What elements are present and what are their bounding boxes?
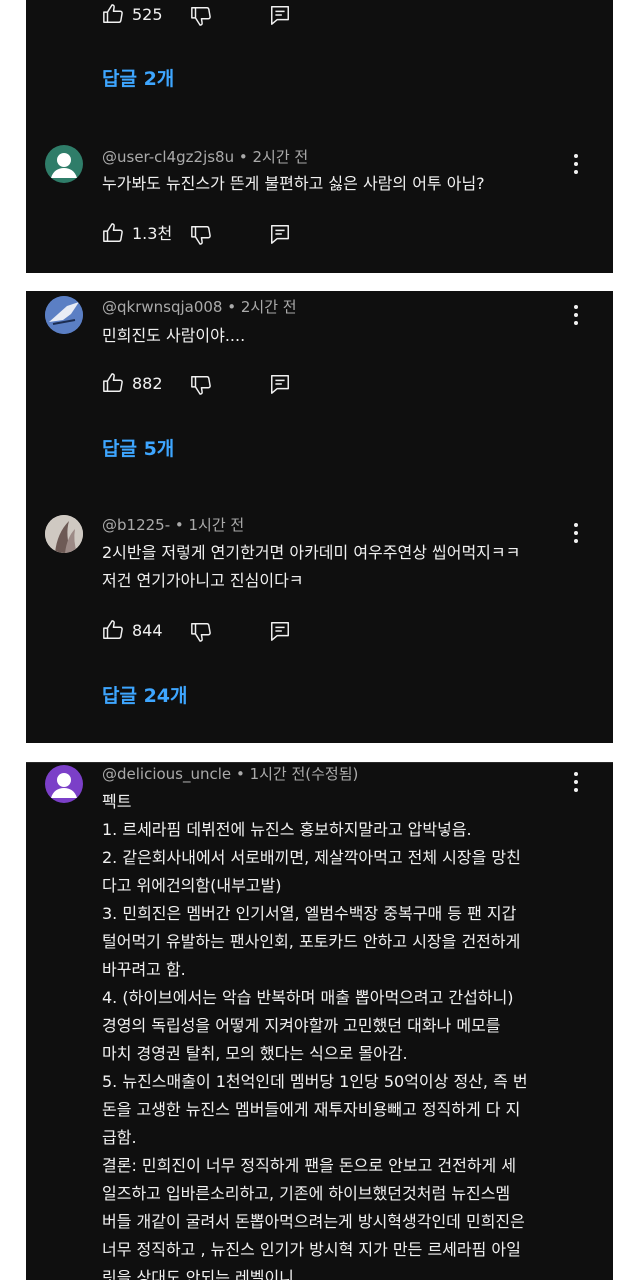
dislike-icon[interactable] (190, 374, 212, 396)
avatar[interactable] (45, 515, 83, 553)
like-count: 844 (132, 621, 163, 640)
comment-text-line: 버들 개같이 굴려서 돈뽑아먹으려는게 방시혁생각인데 민희진은 (102, 1212, 525, 1231)
comment-text-line: 5. 뉴진스매출이 1천억인데 멤버당 1인당 50억이상 정산, 즉 번 (102, 1072, 528, 1091)
divider (26, 762, 613, 763)
comment-text-line: 털어먹기 유발하는 팬사인회, 포토카드 안하고 시장을 건전하게 (102, 932, 521, 951)
reply-icon[interactable] (269, 4, 291, 26)
comment-text-line: 마치 경영권 탈취, 모의 했다는 식으로 몰아감. (102, 1044, 408, 1063)
comment-text-line: 다고 위에건의함(내부고발) (102, 876, 282, 895)
comment-author[interactable]: @qkrwnsqja008 (102, 298, 222, 316)
comment-meta: @delicious_uncle • 1시간 전(수정됨) (102, 764, 358, 784)
comment-meta: @user-cl4gz2js8u • 2시간 전 (102, 147, 308, 167)
comment-author[interactable]: @b1225- (102, 516, 170, 534)
more-options-icon[interactable] (566, 770, 586, 794)
comment-panel-3: @delicious_uncle • 1시간 전(수정됨) 펙트 1. 르세라핌… (26, 762, 613, 1280)
comment-text-line: 1. 르세라핌 데뷔전에 뉴진스 홍보하지말라고 압박넣음. (102, 820, 472, 839)
comment-meta: @qkrwnsqja008 • 2시간 전 (102, 297, 297, 317)
more-options-icon[interactable] (566, 303, 586, 327)
comment-panel-2: @qkrwnsqja008 • 2시간 전 민희진도 사람이야.... 882 … (26, 291, 613, 743)
view-replies-button[interactable]: 답글 2개 (102, 67, 174, 91)
comment-time: 1시간 전(수정됨) (249, 765, 359, 783)
default-avatar-icon (51, 773, 77, 798)
like-icon[interactable] (102, 222, 124, 244)
reply-icon[interactable] (269, 223, 291, 245)
reply-icon[interactable] (269, 373, 291, 395)
dot-separator: • (227, 298, 241, 316)
comment-text-line: 바꾸려고 함. (102, 960, 186, 979)
comment-panel-1: 525 답글 2개 @user-cl4gz2js8u • 2시간 전 누가봐도 … (26, 0, 613, 273)
reply-icon[interactable] (269, 620, 291, 642)
avatar[interactable] (45, 145, 83, 183)
comment-text-line: 4. (하이브에서는 악습 반복하며 매출 뽑아먹으려고 간섭하니) (102, 988, 514, 1007)
comment-text-line: 저건 연기가아니고 진심이다ㅋ (102, 571, 304, 590)
comment-text-line: 급함. (102, 1128, 137, 1147)
like-count: 525 (132, 5, 163, 24)
like-icon[interactable] (102, 372, 124, 394)
photo-avatar-icon (45, 515, 83, 553)
comment-author[interactable]: @delicious_uncle (102, 765, 231, 783)
bird-avatar-icon (45, 296, 83, 334)
dot-separator: • (235, 765, 250, 783)
default-avatar-icon (51, 153, 77, 178)
comment-text-line: 2시반을 저렇게 연기한거면 아카데미 여우주연상 씹어먹지ㅋㅋ (102, 543, 521, 562)
view-replies-button[interactable]: 답글 5개 (102, 437, 174, 461)
comment-text: 민희진도 사람이야.... (102, 326, 246, 345)
comment-text-line: 펙트 (102, 792, 132, 811)
comment-time: 1시간 전 (188, 516, 245, 534)
comment-time: 2시간 전 (240, 298, 297, 316)
dot-separator: • (238, 148, 253, 166)
comment-text: 누가봐도 뉴진스가 뜬게 불편하고 싫은 사람의 어투 아님? (102, 174, 485, 193)
like-icon[interactable] (102, 619, 124, 641)
comment-time: 2시간 전 (252, 148, 309, 166)
avatar[interactable] (45, 765, 83, 803)
comment-text-line: 돈을 고생한 뉴진스 멤버들에게 재투자비용빼고 정직하게 다 지 (102, 1100, 521, 1119)
comment-meta: @b1225- • 1시간 전 (102, 515, 244, 535)
comment-author[interactable]: @user-cl4gz2js8u (102, 148, 234, 166)
dislike-icon[interactable] (190, 5, 212, 27)
like-icon[interactable] (102, 3, 124, 25)
comment-text-line: 결론: 민희진이 너무 정직하게 팬을 돈으로 안보고 건전하게 세 (102, 1156, 517, 1175)
dislike-icon[interactable] (190, 621, 212, 643)
like-count: 1.3천 (132, 224, 173, 243)
dot-separator: • (174, 516, 189, 534)
comment-text-line: 2. 같은회사내에서 서로배끼면, 제살깍아먹고 전체 시장을 망친 (102, 848, 521, 867)
view-replies-button[interactable]: 답글 24개 (102, 684, 188, 708)
screenshot-page: 525 답글 2개 @user-cl4gz2js8u • 2시간 전 누가봐도 … (0, 0, 640, 1280)
like-count: 882 (132, 374, 163, 393)
comment-text-line: 3. 민희진은 멤버간 인기서열, 엘범수백장 중복구매 등 팬 지갑 (102, 904, 517, 923)
comment-text-line: 경영의 독립성을 어떻게 지켜야할까 고민했던 대화나 메모를 (102, 1016, 501, 1035)
comment-text-line: 너무 정직하고 , 뉴진스 인기가 방시혁 지가 만든 르세라핌 아일 (102, 1240, 521, 1259)
dislike-icon[interactable] (190, 224, 212, 246)
more-options-icon[interactable] (566, 152, 586, 176)
comment-text-line: 일즈하고 입바른소리하고, 기존에 하이브했던것처럼 뉴진스멤 (102, 1184, 511, 1203)
more-options-icon[interactable] (566, 521, 586, 545)
comment-text-line: 릿을 상대도 안되는 레벨이니 (102, 1268, 294, 1280)
avatar[interactable] (45, 296, 83, 334)
